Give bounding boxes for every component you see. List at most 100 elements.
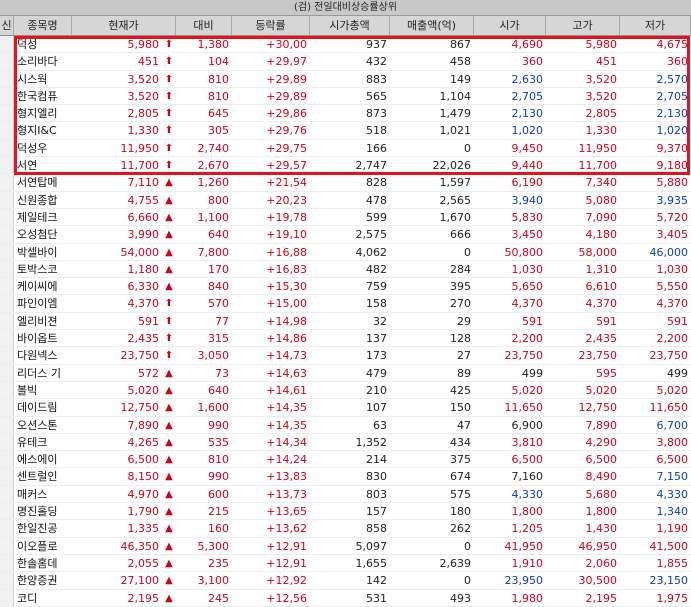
table-row[interactable]: 토박스코 1,180 ▲ 170 +16,83 482 284 1,030 1,310 1,030 [0, 260, 691, 279]
sales-cell: 425 [450, 383, 471, 397]
current-price-cell: 3,520 [127, 72, 160, 86]
table-row[interactable]: 한일진공 1,335 ▲ 160 +13,62 858 262 1,205 1,430 1,190 [0, 520, 691, 538]
low-price-cell: 5,550 [656, 280, 689, 294]
col-header-low[interactable]: 저가 [620, 16, 691, 35]
row-signal-cell [0, 87, 14, 105]
table-row[interactable]: 에스에이 6,500 ▲ 810 +14,24 214 375 6,500 6,500 6,500 [0, 451, 691, 469]
current-price-cell: 4,970 [127, 487, 160, 501]
high-price-cell: 7,890 [585, 418, 618, 432]
col-header-sales[interactable]: 매출액(억) [390, 16, 474, 35]
stock-name-cell: 오성첨단 [17, 228, 58, 242]
table-row[interactable]: 서연 11,700 ⬆ 2,670 +29,57 2,747 22,026 9,440 11,7… [0, 157, 691, 175]
table-row[interactable]: 다원넥스 23,750 ⬆ 3,050 +14,73 173 27 23,750 23,750 2… [0, 347, 691, 365]
low-price-cell: 2,130 [656, 107, 689, 121]
change-rate-cell: +15,30 [266, 280, 307, 294]
table-row[interactable]: 제일테크 6,660 ▲ 1,100 +19,78 599 1,670 5,830 7,090 5… [0, 208, 691, 227]
table-row[interactable]: 한솔홈데 2,055 ▲ 235 +12,91 1,655 2,639 1,910 2,060 1… [0, 554, 691, 573]
table-row[interactable]: 데이드림 12,750 ▲ 1,600 +14,35 107 150 11,650 12,750… [0, 399, 691, 417]
change-rate-cell: +14,35 [266, 401, 307, 415]
open-price-cell: 41,950 [504, 539, 544, 553]
table-row[interactable]: 엘리비젼 591 ⬆ 77 +14,98 32 29 591 591 591 [0, 312, 691, 331]
current-price-cell: 6,500 [127, 453, 160, 467]
table-row[interactable]: 소리바다 451 ⬆ 104 +29,97 432 458 360 451 360 [0, 53, 691, 71]
change-rate-cell: +14,73 [266, 349, 307, 363]
current-price-cell: 54,000 [120, 245, 160, 259]
table-row[interactable]: 덕성 5,980 ⬆ 1,380 +30,00 937 867 4,690 5,980 4,675 [0, 36, 691, 54]
change-cell: 600 [208, 487, 229, 501]
open-price-cell: 1,205 [511, 522, 544, 536]
table-row[interactable]: 신원종합 4,755 ▲ 800 +20,23 478 2,565 3,940 5,080 3,9… [0, 191, 691, 209]
low-price-cell: 1,020 [656, 124, 689, 138]
table-row[interactable]: 오션스톤 7,890 ▲ 990 +14,35 63 47 6,900 7,890 6,700 [0, 416, 691, 434]
table-row[interactable]: 한국컴퓨 3,520 ⬆ 810 +29,89 565 1,104 2,705 3,520 2,7… [0, 87, 691, 106]
row-signal-cell [0, 347, 14, 364]
up-arrow-icon: ▲ [165, 575, 173, 587]
col-header-rate[interactable]: 등락률 [232, 16, 310, 35]
table-row[interactable]: 서연탑메 7,110 ▲ 1,260 +21,54 828 1,597 6,190 7,340 5… [0, 174, 691, 192]
table-row[interactable]: 한양증권 27,100 ▲ 3,100 +12,92 142 0 23,950 30,500 23… [0, 572, 691, 590]
col-header-name[interactable]: 종목명 [14, 16, 72, 35]
stock-name-cell: 파인이엠 [17, 297, 58, 311]
open-price-cell: 1,030 [511, 262, 544, 276]
stock-name-cell: 바이옵트 [17, 332, 58, 346]
stock-name-cell: 신원종합 [17, 193, 58, 207]
stock-name-cell: 서연 [17, 159, 38, 173]
table-row[interactable]: 코디 2,195 ▲ 245 +12,56 531 493 1,980 2,195 1,975 [0, 589, 691, 607]
high-price-cell: 8,490 [585, 470, 618, 484]
col-header-market-cap[interactable]: 시가총액 [310, 16, 390, 35]
table-row[interactable]: 이오플로 46,350 ▲ 5,300 +12,91 5,097 0 41,950 46,950… [0, 537, 691, 555]
row-signal-cell [0, 451, 14, 468]
table-row[interactable]: 유테크 4,265 ▲ 535 +14,34 1,352 434 3,810 4,290 3,80… [0, 433, 691, 452]
open-price-cell: 2,630 [511, 72, 544, 86]
market-cap-cell: 531 [366, 591, 387, 605]
table-row[interactable]: 센트럴인 8,150 ▲ 990 +13,83 830 674 7,160 8,490 7,150 [0, 468, 691, 486]
change-cell: 315 [208, 332, 229, 346]
table-row[interactable]: 덕성우 11,950 ⬆ 2,740 +29,75 166 0 9,450 11,950 9,37… [0, 139, 691, 158]
market-cap-cell: 107 [366, 401, 387, 415]
market-cap-cell: 4,062 [355, 245, 388, 259]
up-arrow-icon: ▲ [165, 471, 173, 483]
table-row[interactable]: 명진홀딩 1,790 ▲ 215 +13,65 157 180 1,800 1,800 1,340 [0, 503, 691, 521]
col-header-price[interactable]: 현재가 [72, 16, 176, 35]
table-row[interactable]: 바이옵트 2,435 ⬆ 315 +14,86 137 128 2,200 2,435 2,200 [0, 330, 691, 348]
table-row[interactable]: 시스웍 3,520 ⬆ 810 +29,89 883 149 2,630 3,520 2,570 [0, 70, 691, 88]
change-cell: 2,670 [197, 159, 230, 173]
sales-cell: 1,597 [439, 176, 472, 190]
table-row[interactable]: 형지엘리 2,805 ⬆ 645 +29,86 873 1,479 2,130 2,805 2,1… [0, 105, 691, 123]
stock-name-cell: 토박스코 [17, 262, 58, 276]
table-row[interactable]: 볼빅 5,020 ▲ 640 +14,61 210 425 5,020 5,020 5,020 [0, 381, 691, 400]
col-header-change[interactable]: 대비 [176, 16, 232, 35]
table-row[interactable]: 형지I&C 1,330 ⬆ 305 +29,76 518 1,021 1,020 1,330 1,… [0, 122, 691, 140]
current-price-cell: 6,330 [127, 280, 160, 294]
market-cap-cell: 828 [366, 176, 387, 190]
col-header-signal[interactable]: 신 [0, 16, 14, 35]
current-price-cell: 27,100 [120, 574, 160, 588]
row-signal-cell [0, 468, 14, 485]
table-row[interactable]: 리더스 기 572 ▲ 73 +14,63 479 89 499 595 499 [0, 364, 691, 382]
up-arrow-icon: ⬆ [164, 90, 174, 102]
change-cell: 160 [208, 522, 229, 536]
row-signal-cell [0, 70, 14, 87]
table-row[interactable]: 박셀바이 54,000 ▲ 7,800 +16,88 4,062 0 50,800 58,000… [0, 243, 691, 261]
table-row[interactable]: 파인이엠 4,370 ⬆ 570 +15,00 158 270 4,370 4,370 4,370 [0, 295, 691, 313]
change-rate-cell: +12,92 [266, 574, 307, 588]
change-rate-cell: +29,75 [266, 141, 307, 155]
current-price-cell: 3,990 [127, 228, 160, 242]
high-price-cell: 4,370 [585, 297, 618, 311]
table-header: 신 종목명 현재가 대비 등락률 시가총액 매출액(억) 시가 고가 저가 [0, 16, 691, 36]
table-row[interactable]: 매커스 4,970 ▲ 600 +13,73 803 575 4,330 5,680 4,330 [0, 485, 691, 504]
sales-cell: 493 [450, 591, 471, 605]
sales-cell: 128 [450, 332, 471, 346]
col-header-open[interactable]: 시가 [474, 16, 546, 35]
low-price-cell: 9,180 [656, 159, 689, 173]
table-row[interactable]: 오성첨단 3,990 ▲ 640 +19,10 2,575 666 3,450 4,180 3,4… [0, 226, 691, 244]
low-price-cell: 4,370 [656, 297, 689, 311]
table-row[interactable]: 케이씨에 6,330 ▲ 840 +15,30 759 395 5,650 6,610 5,550 [0, 278, 691, 296]
change-rate-cell: +13,65 [266, 505, 307, 519]
col-header-high[interactable]: 고가 [546, 16, 620, 35]
up-arrow-icon: ▲ [165, 246, 173, 258]
change-rate-cell: +29,89 [266, 89, 307, 103]
sales-cell: 867 [450, 38, 471, 51]
high-price-cell: 11,950 [578, 141, 618, 155]
stock-name-cell: 한솔홈데 [17, 556, 58, 570]
